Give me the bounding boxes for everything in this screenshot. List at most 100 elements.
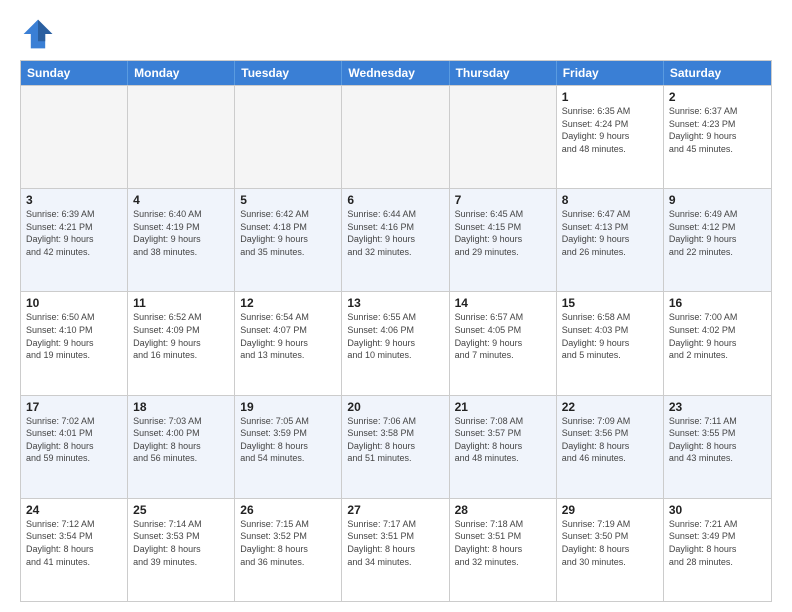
calendar-cell-r0c3	[342, 86, 449, 188]
day-info-27: Sunrise: 7:17 AM Sunset: 3:51 PM Dayligh…	[347, 518, 443, 568]
day-info-21: Sunrise: 7:08 AM Sunset: 3:57 PM Dayligh…	[455, 415, 551, 465]
day-info-10: Sunrise: 6:50 AM Sunset: 4:10 PM Dayligh…	[26, 311, 122, 361]
calendar-cell-r3c2: 19Sunrise: 7:05 AM Sunset: 3:59 PM Dayli…	[235, 396, 342, 498]
day-info-8: Sunrise: 6:47 AM Sunset: 4:13 PM Dayligh…	[562, 208, 658, 258]
calendar-cell-r1c5: 8Sunrise: 6:47 AM Sunset: 4:13 PM Daylig…	[557, 189, 664, 291]
day-number-6: 6	[347, 193, 443, 207]
calendar-cell-r0c6: 2Sunrise: 6:37 AM Sunset: 4:23 PM Daylig…	[664, 86, 771, 188]
day-info-9: Sunrise: 6:49 AM Sunset: 4:12 PM Dayligh…	[669, 208, 766, 258]
day-number-21: 21	[455, 400, 551, 414]
day-number-19: 19	[240, 400, 336, 414]
logo	[20, 16, 62, 52]
logo-icon	[20, 16, 56, 52]
calendar-cell-r4c6: 30Sunrise: 7:21 AM Sunset: 3:49 PM Dayli…	[664, 499, 771, 601]
calendar-cell-r1c0: 3Sunrise: 6:39 AM Sunset: 4:21 PM Daylig…	[21, 189, 128, 291]
day-number-9: 9	[669, 193, 766, 207]
header-day-sunday: Sunday	[21, 61, 128, 85]
calendar-cell-r2c6: 16Sunrise: 7:00 AM Sunset: 4:02 PM Dayli…	[664, 292, 771, 394]
day-info-19: Sunrise: 7:05 AM Sunset: 3:59 PM Dayligh…	[240, 415, 336, 465]
calendar-row-4: 24Sunrise: 7:12 AM Sunset: 3:54 PM Dayli…	[21, 498, 771, 601]
day-info-5: Sunrise: 6:42 AM Sunset: 4:18 PM Dayligh…	[240, 208, 336, 258]
day-number-24: 24	[26, 503, 122, 517]
calendar-cell-r0c4	[450, 86, 557, 188]
header-day-monday: Monday	[128, 61, 235, 85]
day-info-2: Sunrise: 6:37 AM Sunset: 4:23 PM Dayligh…	[669, 105, 766, 155]
day-info-12: Sunrise: 6:54 AM Sunset: 4:07 PM Dayligh…	[240, 311, 336, 361]
day-info-24: Sunrise: 7:12 AM Sunset: 3:54 PM Dayligh…	[26, 518, 122, 568]
day-number-30: 30	[669, 503, 766, 517]
calendar-cell-r0c1	[128, 86, 235, 188]
day-number-1: 1	[562, 90, 658, 104]
day-number-14: 14	[455, 296, 551, 310]
calendar-row-2: 10Sunrise: 6:50 AM Sunset: 4:10 PM Dayli…	[21, 291, 771, 394]
day-info-29: Sunrise: 7:19 AM Sunset: 3:50 PM Dayligh…	[562, 518, 658, 568]
day-number-17: 17	[26, 400, 122, 414]
day-number-15: 15	[562, 296, 658, 310]
day-info-13: Sunrise: 6:55 AM Sunset: 4:06 PM Dayligh…	[347, 311, 443, 361]
calendar-cell-r2c4: 14Sunrise: 6:57 AM Sunset: 4:05 PM Dayli…	[450, 292, 557, 394]
day-number-2: 2	[669, 90, 766, 104]
day-info-1: Sunrise: 6:35 AM Sunset: 4:24 PM Dayligh…	[562, 105, 658, 155]
calendar-cell-r2c5: 15Sunrise: 6:58 AM Sunset: 4:03 PM Dayli…	[557, 292, 664, 394]
day-info-20: Sunrise: 7:06 AM Sunset: 3:58 PM Dayligh…	[347, 415, 443, 465]
page: SundayMondayTuesdayWednesdayThursdayFrid…	[0, 0, 792, 612]
header-day-tuesday: Tuesday	[235, 61, 342, 85]
day-number-10: 10	[26, 296, 122, 310]
day-info-22: Sunrise: 7:09 AM Sunset: 3:56 PM Dayligh…	[562, 415, 658, 465]
header	[20, 16, 772, 52]
day-info-30: Sunrise: 7:21 AM Sunset: 3:49 PM Dayligh…	[669, 518, 766, 568]
day-number-16: 16	[669, 296, 766, 310]
day-number-25: 25	[133, 503, 229, 517]
day-info-15: Sunrise: 6:58 AM Sunset: 4:03 PM Dayligh…	[562, 311, 658, 361]
calendar-cell-r1c6: 9Sunrise: 6:49 AM Sunset: 4:12 PM Daylig…	[664, 189, 771, 291]
calendar-cell-r0c0	[21, 86, 128, 188]
day-number-22: 22	[562, 400, 658, 414]
calendar-cell-r4c0: 24Sunrise: 7:12 AM Sunset: 3:54 PM Dayli…	[21, 499, 128, 601]
day-number-29: 29	[562, 503, 658, 517]
day-number-13: 13	[347, 296, 443, 310]
day-info-7: Sunrise: 6:45 AM Sunset: 4:15 PM Dayligh…	[455, 208, 551, 258]
day-number-7: 7	[455, 193, 551, 207]
day-info-16: Sunrise: 7:00 AM Sunset: 4:02 PM Dayligh…	[669, 311, 766, 361]
calendar-cell-r4c3: 27Sunrise: 7:17 AM Sunset: 3:51 PM Dayli…	[342, 499, 449, 601]
header-day-friday: Friday	[557, 61, 664, 85]
day-info-17: Sunrise: 7:02 AM Sunset: 4:01 PM Dayligh…	[26, 415, 122, 465]
header-day-wednesday: Wednesday	[342, 61, 449, 85]
day-number-23: 23	[669, 400, 766, 414]
calendar-cell-r1c4: 7Sunrise: 6:45 AM Sunset: 4:15 PM Daylig…	[450, 189, 557, 291]
calendar-cell-r3c4: 21Sunrise: 7:08 AM Sunset: 3:57 PM Dayli…	[450, 396, 557, 498]
calendar-row-0: 1Sunrise: 6:35 AM Sunset: 4:24 PM Daylig…	[21, 85, 771, 188]
day-number-11: 11	[133, 296, 229, 310]
day-number-4: 4	[133, 193, 229, 207]
calendar-cell-r2c1: 11Sunrise: 6:52 AM Sunset: 4:09 PM Dayli…	[128, 292, 235, 394]
calendar-header: SundayMondayTuesdayWednesdayThursdayFrid…	[21, 61, 771, 85]
day-info-14: Sunrise: 6:57 AM Sunset: 4:05 PM Dayligh…	[455, 311, 551, 361]
calendar: SundayMondayTuesdayWednesdayThursdayFrid…	[20, 60, 772, 602]
day-number-3: 3	[26, 193, 122, 207]
calendar-cell-r2c3: 13Sunrise: 6:55 AM Sunset: 4:06 PM Dayli…	[342, 292, 449, 394]
calendar-cell-r3c1: 18Sunrise: 7:03 AM Sunset: 4:00 PM Dayli…	[128, 396, 235, 498]
day-number-18: 18	[133, 400, 229, 414]
calendar-body: 1Sunrise: 6:35 AM Sunset: 4:24 PM Daylig…	[21, 85, 771, 601]
calendar-cell-r2c0: 10Sunrise: 6:50 AM Sunset: 4:10 PM Dayli…	[21, 292, 128, 394]
calendar-cell-r1c2: 5Sunrise: 6:42 AM Sunset: 4:18 PM Daylig…	[235, 189, 342, 291]
day-number-5: 5	[240, 193, 336, 207]
day-info-25: Sunrise: 7:14 AM Sunset: 3:53 PM Dayligh…	[133, 518, 229, 568]
calendar-cell-r3c5: 22Sunrise: 7:09 AM Sunset: 3:56 PM Dayli…	[557, 396, 664, 498]
calendar-cell-r2c2: 12Sunrise: 6:54 AM Sunset: 4:07 PM Dayli…	[235, 292, 342, 394]
day-number-8: 8	[562, 193, 658, 207]
calendar-row-1: 3Sunrise: 6:39 AM Sunset: 4:21 PM Daylig…	[21, 188, 771, 291]
header-day-saturday: Saturday	[664, 61, 771, 85]
calendar-cell-r4c2: 26Sunrise: 7:15 AM Sunset: 3:52 PM Dayli…	[235, 499, 342, 601]
calendar-cell-r3c0: 17Sunrise: 7:02 AM Sunset: 4:01 PM Dayli…	[21, 396, 128, 498]
day-info-6: Sunrise: 6:44 AM Sunset: 4:16 PM Dayligh…	[347, 208, 443, 258]
header-day-thursday: Thursday	[450, 61, 557, 85]
day-info-4: Sunrise: 6:40 AM Sunset: 4:19 PM Dayligh…	[133, 208, 229, 258]
calendar-cell-r4c5: 29Sunrise: 7:19 AM Sunset: 3:50 PM Dayli…	[557, 499, 664, 601]
day-number-26: 26	[240, 503, 336, 517]
day-number-12: 12	[240, 296, 336, 310]
calendar-cell-r4c1: 25Sunrise: 7:14 AM Sunset: 3:53 PM Dayli…	[128, 499, 235, 601]
day-number-28: 28	[455, 503, 551, 517]
calendar-cell-r4c4: 28Sunrise: 7:18 AM Sunset: 3:51 PM Dayli…	[450, 499, 557, 601]
day-number-20: 20	[347, 400, 443, 414]
